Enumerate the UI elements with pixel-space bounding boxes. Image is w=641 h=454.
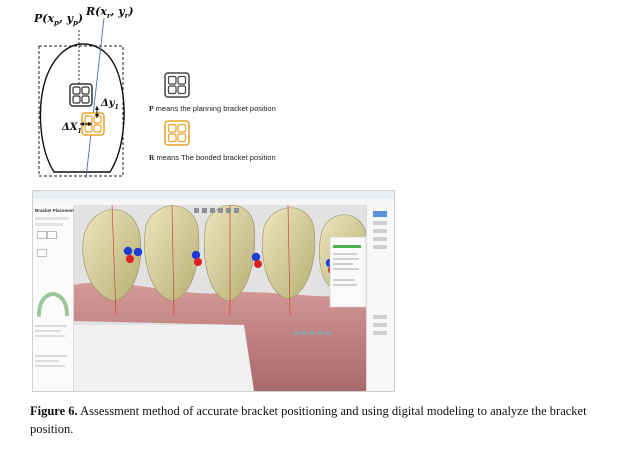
label-bonded-point: R(xr, yr) <box>86 5 134 21</box>
tool-icon[interactable] <box>37 249 47 257</box>
legend-bonded: R means The bonded bracket position <box>149 153 276 162</box>
arch-thumbnail[interactable] <box>36 291 70 317</box>
label-delta-x: ΔX1 <box>62 122 82 135</box>
view-icon[interactable] <box>373 323 387 327</box>
panel-row[interactable] <box>35 335 65 337</box>
panel-title: Bracket Placement <box>35 208 76 213</box>
bracket-diagram: P(xp, yp) R(xr, yr) Δy1 ΔX1 P means the … <box>0 0 641 185</box>
legend-planning-icon <box>164 72 190 98</box>
panel-row[interactable] <box>35 217 69 220</box>
right-panel <box>366 205 394 391</box>
figure-caption: Figure 6. Assessment method of accurate … <box>30 402 630 438</box>
view-icon[interactable] <box>373 245 387 249</box>
diagram-graphic <box>38 17 190 179</box>
view-icon[interactable] <box>373 237 387 241</box>
panel-row[interactable] <box>35 223 63 226</box>
panel-row[interactable] <box>35 365 65 367</box>
view-icon[interactable] <box>373 315 387 319</box>
view-icon[interactable] <box>373 229 387 233</box>
dental-model-render[interactable] <box>74 204 367 391</box>
panel-row[interactable] <box>35 355 67 357</box>
tool-icon[interactable] <box>37 231 47 239</box>
view-icon[interactable] <box>373 211 387 217</box>
panel-row[interactable] <box>35 360 59 362</box>
figure-caption-text: Assessment method of accurate bracket po… <box>30 404 587 436</box>
panel-row[interactable] <box>35 325 67 327</box>
label-planning-point: P(xp, yp) <box>34 12 84 28</box>
figure-label: Figure 6. <box>30 404 78 418</box>
view-icon[interactable] <box>373 221 387 225</box>
software-screenshot: Bracket Placement <box>32 190 395 392</box>
left-panel: Bracket Placement <box>33 205 76 391</box>
legend-planning: P means the planning bracket position <box>149 104 276 113</box>
view-icon[interactable] <box>373 331 387 335</box>
3d-viewport[interactable] <box>74 204 367 391</box>
tool-icon[interactable] <box>47 231 57 239</box>
legend-bonded-icon <box>164 120 190 146</box>
label-delta-y: Δy1 <box>101 98 119 111</box>
panel-row[interactable] <box>35 330 61 332</box>
planning-bracket <box>69 83 93 107</box>
